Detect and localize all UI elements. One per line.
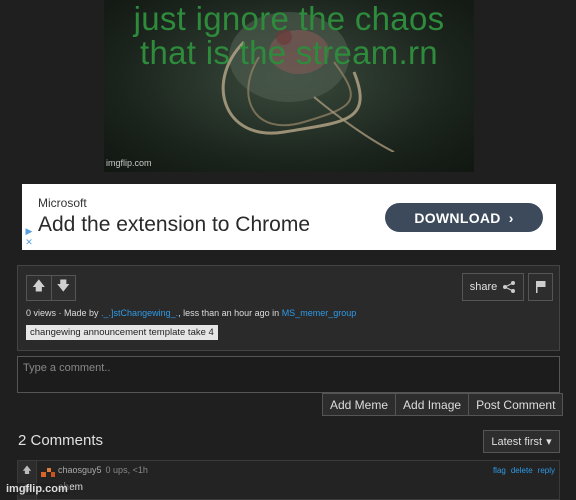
tag-rest: announcement template take 4 <box>80 327 214 338</box>
downvote-button[interactable]: 🡇 <box>52 276 76 300</box>
add-meme-button[interactable]: Add Meme <box>322 393 397 416</box>
add-image-button[interactable]: Add Image <box>396 393 470 416</box>
comments-count: 2 Comments <box>18 432 104 449</box>
avatar[interactable] <box>41 466 55 477</box>
meme-image[interactable]: just ignore the chaos that is the stream… <box>104 0 474 172</box>
flag-icon <box>535 281 545 293</box>
comment-placeholder: Type a comment.. <box>23 362 111 374</box>
post-comment-button[interactable]: Post Comment <box>469 393 564 416</box>
comment-flag-link[interactable]: flag <box>493 466 506 475</box>
ad-company: Microsoft <box>38 196 87 210</box>
share-label: share <box>469 281 498 293</box>
ad-close-icon[interactable]: ✕ <box>24 237 34 247</box>
site-watermark: imgflip.com <box>4 483 70 495</box>
share-button[interactable]: share <box>462 273 524 301</box>
comment-username[interactable]: chaosguy5 <box>58 465 102 475</box>
comment-item: 🡅 🡇 chaosguy50 ups, <1h flag delete repl… <box>17 460 560 500</box>
sort-label: Latest first <box>491 435 543 448</box>
comment-delete-link[interactable]: delete <box>511 466 533 475</box>
author-link[interactable]: ._.]stChangewing_. <box>101 308 178 318</box>
arrow-up-icon: 🡅 <box>32 278 46 293</box>
ad-choices[interactable]: ▶ ✕ <box>24 226 34 247</box>
comment-input[interactable]: Type a comment.. <box>17 356 560 393</box>
tag-highlight: changewing <box>30 327 81 338</box>
meme-tag[interactable]: changewing announcement template take 4 <box>26 325 218 340</box>
arrow-down-icon: 🡇 <box>56 278 70 293</box>
ad-download-label: DOWNLOAD <box>414 209 501 226</box>
meme-meta: 0 views · Made by ._.]stChangewing_., le… <box>26 308 356 318</box>
arrow-up-icon: 🡅 <box>22 464 32 475</box>
meme-info-panel: 🡅 🡇 share 0 views · Made by ._.]stChange… <box>17 265 560 351</box>
ad-info-icon[interactable]: ▶ <box>24 226 34 236</box>
ad-banner[interactable]: Microsoft Add the extension to Chrome DO… <box>22 184 556 250</box>
view-count: 0 views <box>26 308 57 318</box>
chevron-right-icon: › <box>508 209 514 226</box>
comment-actions: Add Meme Add Image Post Comment <box>322 393 564 416</box>
vote-box: 🡅 🡇 <box>26 275 76 301</box>
upvote-button[interactable]: 🡅 <box>27 276 52 300</box>
share-icon <box>503 281 516 293</box>
comment-reply-link[interactable]: reply <box>538 466 555 475</box>
sort-dropdown[interactable]: Latest first ▾ <box>483 430 560 453</box>
flag-button[interactable] <box>528 273 553 301</box>
post-time: , less than an hour ago in <box>178 308 282 318</box>
caret-down-icon: ▾ <box>546 436 552 448</box>
ad-download-button[interactable]: DOWNLOAD › <box>385 203 543 232</box>
comment-header: chaosguy5 0 ups, <1h <box>58 465 148 475</box>
comment-stats: 0 ups, <1h <box>105 465 148 475</box>
made-by-prefix: · Made by <box>56 308 102 318</box>
stream-link[interactable]: MS_memer_group <box>282 308 357 318</box>
comment-upvote-button[interactable]: 🡅 <box>18 461 36 480</box>
meme-caption: just ignore the chaos that is the stream… <box>133 0 445 71</box>
comment-actions-links: flag delete reply <box>493 466 555 475</box>
meme-watermark: imgflip.com <box>106 158 152 168</box>
ad-headline: Add the extension to Chrome <box>38 213 310 236</box>
